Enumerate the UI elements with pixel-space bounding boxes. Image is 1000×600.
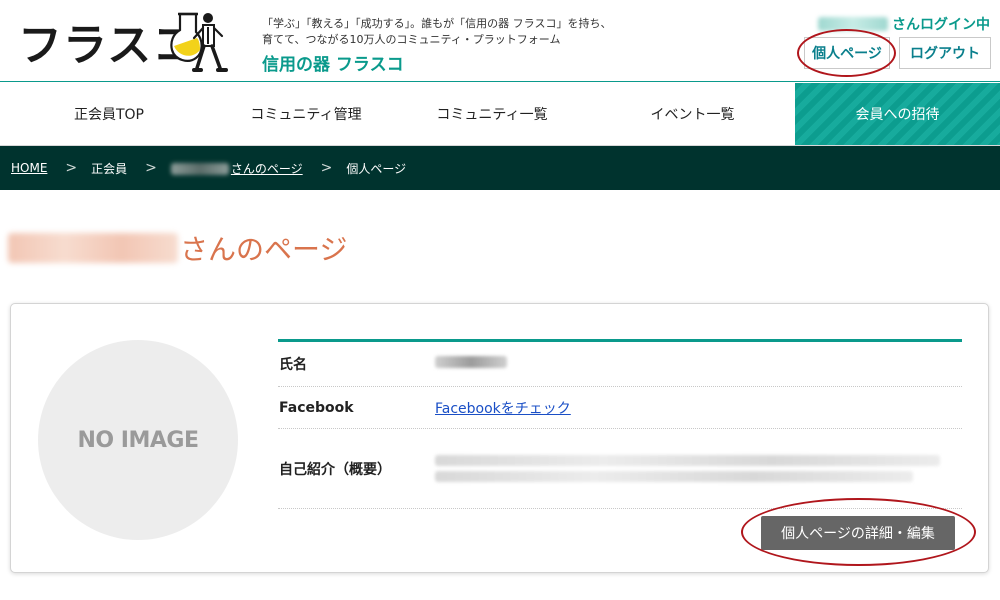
nav-community-list[interactable]: コミュニティ一覧 [394,83,590,145]
login-status-text: さんログイン中 [892,17,990,33]
breadcrumb: HOME > 正会員 > さんのページ > 個人ページ [0,146,1000,190]
brand-name: 信用の器 フラスコ [262,55,404,75]
site-logo[interactable]: フラスコ [18,10,233,76]
avatar: NO IMAGE [38,340,238,540]
profile-row-facebook: Facebook Facebookをチェック [278,387,962,429]
redacted-name [435,356,507,368]
name-value [435,356,962,372]
facebook-label: Facebook [279,399,354,416]
main-nav: 正会員TOP コミュニティ管理 コミュニティ一覧 イベント一覧 会員への招待 [0,83,1000,146]
profile-card: NO IMAGE 氏名 Facebook Facebookをチェック 自己紹介（… [10,303,989,573]
intro-value [435,450,962,487]
flask-character-icon [170,12,228,72]
profile-row-name: 氏名 [278,342,962,387]
breadcrumb-separator: > [145,160,157,176]
nav-member-top[interactable]: 正会員TOP [0,83,218,145]
redacted-user-name [818,17,888,31]
name-label: 氏名 [279,357,307,373]
redacted-user-name [170,163,229,175]
facebook-link[interactable]: Facebookをチェック [435,401,571,417]
nav-community-management[interactable]: コミュニティ管理 [218,83,394,145]
login-status: さんログイン中 [818,14,990,34]
breadcrumb-member: 正会員 [91,161,128,176]
breadcrumb-current: 個人ページ [346,161,407,176]
breadcrumb-user-page-label: さんのページ [230,161,303,176]
site-header: フラスコ 「学ぶ」「教える」「成功する」。誰もが「信用の器 フラスコ」を持ち、育… [0,0,1000,82]
redacted-intro-line [435,471,913,482]
facebook-value: Facebookをチェック [435,398,962,418]
breadcrumb-home[interactable]: HOME [11,161,47,175]
intro-label: 自己紹介（概要） [279,461,391,478]
profile-row-intro: 自己紹介（概要） [278,429,962,509]
breadcrumb-user-page[interactable]: さんのページ [170,160,303,177]
site-tagline: 「学ぶ」「教える」「成功する」。誰もが「信用の器 フラスコ」を持ち、育てて、つな… [262,17,612,46]
redacted-user-name [8,233,178,263]
breadcrumb-separator: > [320,160,333,176]
edit-profile-button[interactable]: 個人ページの詳細・編集 [761,516,955,550]
redacted-intro-line [435,455,940,466]
logout-button[interactable]: ログアウト [899,37,991,69]
page-title-suffix: さんのページ [180,233,348,266]
page-title: さんのページ [8,228,347,268]
nav-invite-members[interactable]: 会員への招待 [795,83,1000,145]
profile-info-table: 氏名 Facebook Facebookをチェック 自己紹介（概要） [278,339,962,509]
breadcrumb-separator: > [65,160,78,176]
nav-event-list[interactable]: イベント一覧 [590,83,795,145]
mypage-button[interactable]: 個人ページ [804,37,890,69]
